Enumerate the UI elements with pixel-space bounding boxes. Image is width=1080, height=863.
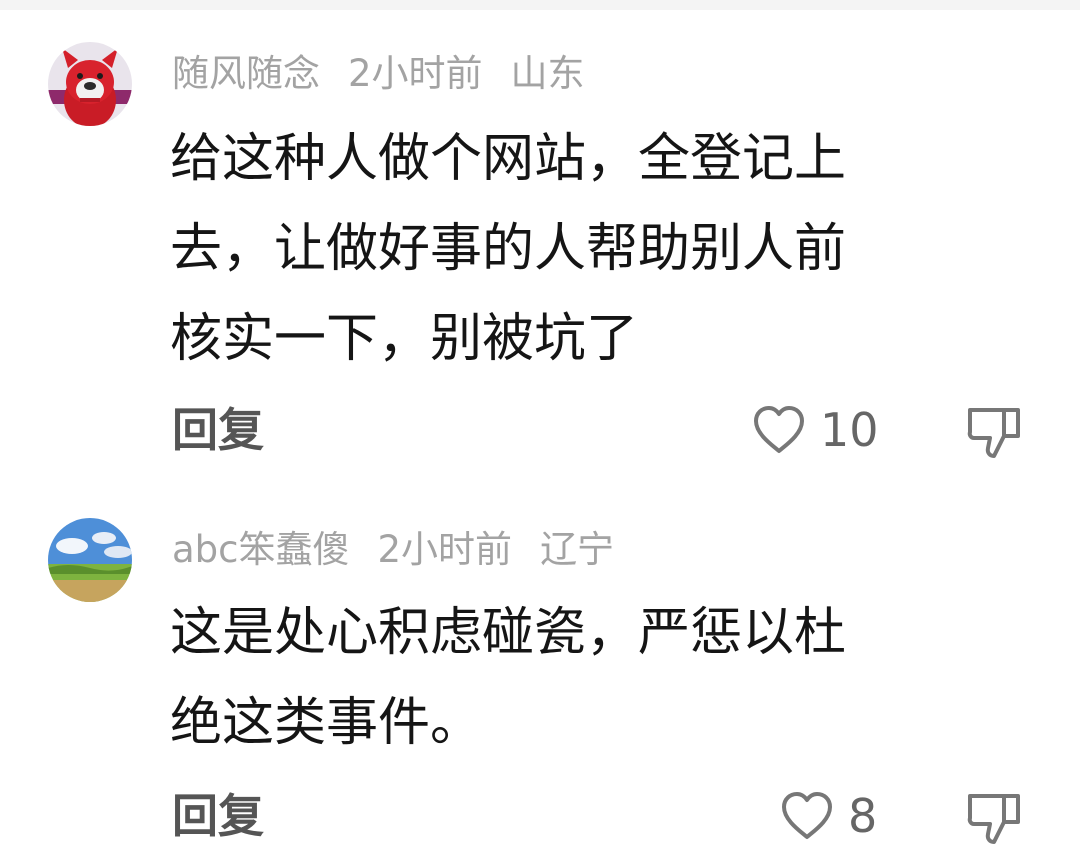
comment-meta: abc笨蠢傻 2小时前 辽宁 — [172, 528, 642, 572]
bulldog-avatar[interactable] — [48, 42, 132, 126]
username[interactable]: 随风随念 — [172, 52, 320, 95]
heart-icon — [754, 406, 804, 453]
comment-text: 给这种人做个网站，全登记上 去，让做好事的人帮助别人前 核实一下，别被坑了 — [170, 114, 1010, 384]
comment-item: 随风随念 2小时前 山东 给这种人做个网站，全登记上 去，让做好事的人帮助别人前 核… — [0, 0, 1080, 470]
dislike-button[interactable] — [964, 788, 1024, 848]
thumbs-down-icon — [967, 794, 1020, 844]
like-button[interactable]: 8 — [778, 788, 877, 844]
reply-button[interactable]: 回复 — [172, 402, 264, 458]
comment-line: 去，让做好事的人帮助别人前 — [170, 219, 847, 279]
location: 山东 — [510, 52, 585, 95]
comment-line: 核实一下，别被坑了 — [170, 309, 639, 369]
like-button[interactable]: 10 — [750, 402, 879, 458]
comment-line: 这是处心积虑碰瓷，严惩以杜 — [170, 603, 847, 663]
thumbs-down-icon — [967, 408, 1020, 458]
comment-meta: 随风随念 2小时前 山东 — [172, 52, 613, 96]
comment-item: abc笨蠢傻 2小时前 辽宁 这是处心积虑碰瓷，严惩以杜 绝这类事件。 回复 8 — [0, 470, 1080, 863]
landscape-avatar[interactable] — [48, 518, 132, 602]
reply-button[interactable]: 回复 — [172, 788, 264, 844]
like-count: 10 — [820, 403, 879, 457]
timestamp: 2小时前 — [348, 52, 483, 95]
heart-icon — [782, 792, 832, 839]
comment-text: 这是处心积虑碰瓷，严惩以杜 绝这类事件。 — [170, 588, 1010, 768]
username[interactable]: abc笨蠢傻 — [172, 528, 350, 571]
like-count: 8 — [848, 789, 878, 843]
dislike-button[interactable] — [964, 402, 1024, 462]
comment-line: 绝这类事件。 — [170, 693, 483, 753]
timestamp: 2小时前 — [377, 528, 513, 571]
location: 辽宁 — [540, 528, 615, 571]
comment-line: 给这种人做个网站，全登记上 — [170, 129, 847, 189]
